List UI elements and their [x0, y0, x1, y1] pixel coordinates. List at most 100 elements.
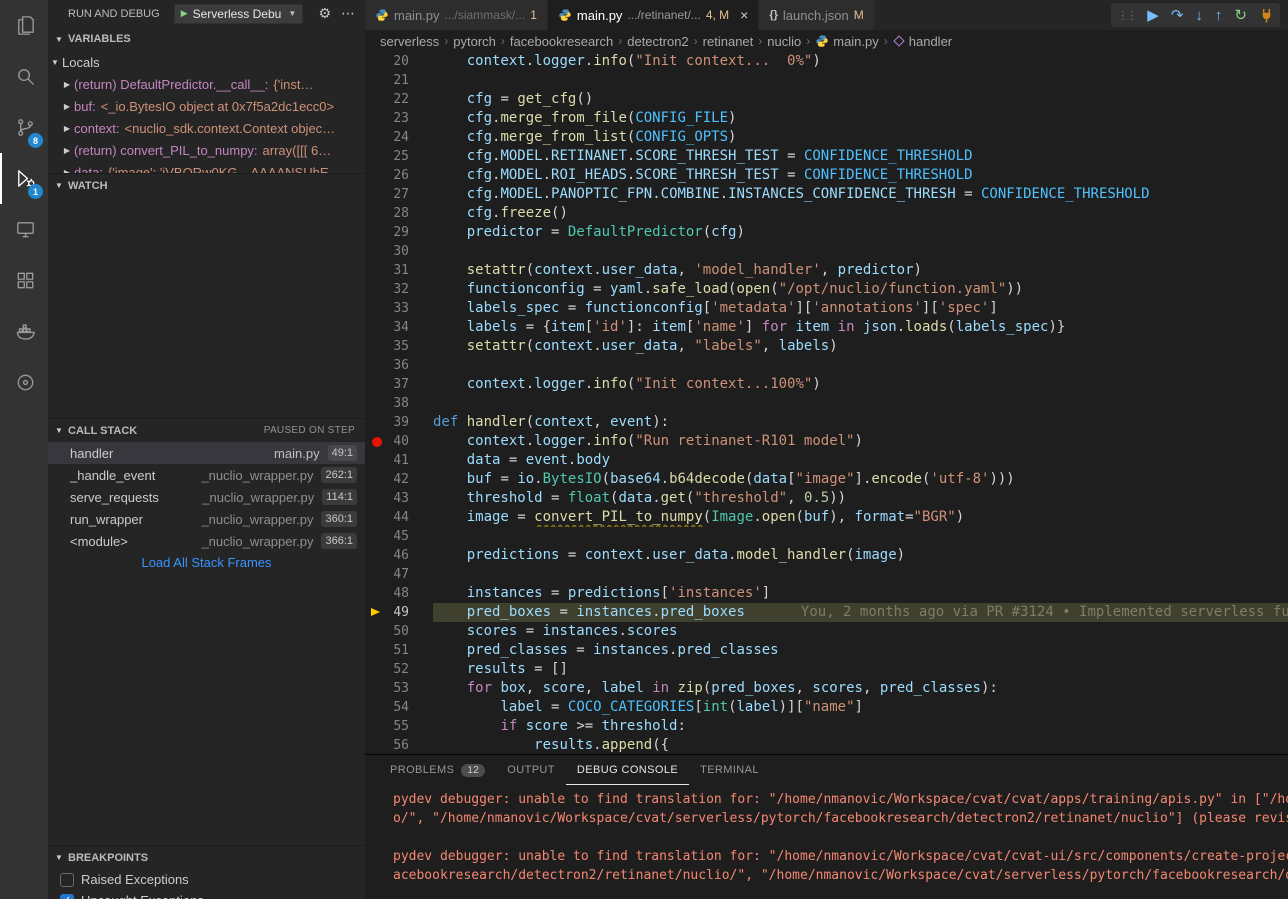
- gutter[interactable]: 48: [365, 584, 433, 603]
- code-text[interactable]: buf = io.BytesIO(base64.b64decode(data["…: [433, 470, 1288, 489]
- gutter[interactable]: 52: [365, 660, 433, 679]
- variable-row[interactable]: ▶(return) DefaultPredictor.__call__:{'in…: [48, 73, 365, 95]
- breadcrumb-item[interactable]: retinanet: [703, 34, 754, 49]
- gutter[interactable]: 50: [365, 622, 433, 641]
- gutter[interactable]: 30: [365, 242, 433, 261]
- gutter[interactable]: 37: [365, 375, 433, 394]
- variable-row[interactable]: ▶buf:<_io.BytesIO object at 0x7f5a2dc1ec…: [48, 95, 365, 117]
- code-text[interactable]: setattr(context.user_data, "labels", lab…: [433, 337, 1288, 356]
- panel-tab[interactable]: PROBLEMS12: [379, 755, 496, 785]
- editor-tab[interactable]: {}launch.jsonM: [759, 0, 874, 30]
- stack-frame-row[interactable]: _handle_event_nuclio_wrapper.py262:1: [48, 464, 365, 486]
- start-debug-icon[interactable]: ▶: [181, 8, 188, 19]
- checkbox[interactable]: [60, 873, 74, 887]
- gutter[interactable]: 23: [365, 109, 433, 128]
- gutter[interactable]: 56: [365, 736, 433, 754]
- continue-button[interactable]: ▶: [1147, 6, 1159, 24]
- gutter[interactable]: 34: [365, 318, 433, 337]
- code-text[interactable]: for box, score, label in zip(pred_boxes,…: [433, 679, 1288, 698]
- gutter[interactable]: 49: [365, 603, 433, 622]
- launch-config-select[interactable]: ▶ Serverless Debu ▼: [174, 4, 304, 24]
- gutter[interactable]: 33: [365, 299, 433, 318]
- variables-section-header[interactable]: ▼ VARIABLES: [48, 27, 365, 51]
- call-stack-section-header[interactable]: ▼ CALL STACK PAUSED ON STEP: [48, 418, 365, 442]
- variable-row[interactable]: ▶data:{'image': 'iVBORw0KG…AAAANSUhE…: [48, 161, 365, 173]
- editor-tab[interactable]: main.py.../siammask/...1: [365, 0, 548, 30]
- gutter[interactable]: 47: [365, 565, 433, 584]
- breadcrumb-item[interactable]: pytorch: [453, 34, 496, 49]
- code-text[interactable]: threshold = float(data.get("threshold", …: [433, 489, 1288, 508]
- checkbox[interactable]: ✓: [60, 894, 74, 899]
- code-text[interactable]: results.append({: [433, 736, 1288, 754]
- gutter[interactable]: 31: [365, 261, 433, 280]
- sidebar-item-docker[interactable]: [0, 306, 48, 357]
- code-text[interactable]: image = convert_PIL_to_numpy(Image.open(…: [433, 508, 1288, 527]
- step-out-button[interactable]: ↑: [1215, 7, 1223, 24]
- code-text[interactable]: context.logger.info("Init context... 0%"…: [433, 52, 1288, 71]
- step-over-button[interactable]: ↷: [1171, 6, 1184, 24]
- sidebar-item-explorer[interactable]: [0, 0, 48, 51]
- close-icon[interactable]: ×: [740, 8, 748, 22]
- sidebar-item-extensions[interactable]: [0, 255, 48, 306]
- gutter[interactable]: 24: [365, 128, 433, 147]
- breadcrumb-item[interactable]: nuclio: [767, 34, 801, 49]
- code-editor[interactable]: 20 context.logger.info("Init context... …: [365, 52, 1288, 754]
- sidebar-item-search[interactable]: [0, 51, 48, 102]
- code-text[interactable]: cfg.MODEL.PANOPTIC_FPN.COMBINE.INSTANCES…: [433, 185, 1288, 204]
- variable-row[interactable]: ▶context:<nuclio_sdk.context.Context obj…: [48, 117, 365, 139]
- watch-section-header[interactable]: ▼ WATCH: [48, 173, 365, 197]
- breadcrumb-item[interactable]: detectron2: [627, 34, 688, 49]
- gutter[interactable]: 51: [365, 641, 433, 660]
- drag-handle-icon[interactable]: ⋮⋮: [1117, 9, 1135, 22]
- sidebar-item-run-and-debug[interactable]: 1: [0, 153, 48, 204]
- load-all-stack-frames-link[interactable]: Load All Stack Frames: [48, 552, 365, 574]
- stack-frame-row[interactable]: run_wrapper_nuclio_wrapper.py360:1: [48, 508, 365, 530]
- code-text[interactable]: cfg.MODEL.RETINANET.SCORE_THRESH_TEST = …: [433, 147, 1288, 166]
- breadcrumb-item[interactable]: serverless: [380, 34, 439, 49]
- panel-tab[interactable]: TERMINAL: [689, 755, 770, 785]
- editor-tab[interactable]: main.py.../retinanet/...4, M×: [548, 0, 759, 30]
- stack-frame-row[interactable]: <module>_nuclio_wrapper.py366:1: [48, 530, 365, 552]
- gutter[interactable]: 40: [365, 432, 433, 451]
- panel-tab[interactable]: OUTPUT: [496, 755, 566, 785]
- gutter[interactable]: 36: [365, 356, 433, 375]
- sidebar-item-remote-explorer[interactable]: [0, 204, 48, 255]
- breakpoint-icon[interactable]: [372, 437, 382, 447]
- code-text[interactable]: [433, 71, 1288, 90]
- gutter[interactable]: 45: [365, 527, 433, 546]
- code-text[interactable]: pred_boxes = instances.pred_boxesYou, 2 …: [433, 603, 1288, 622]
- code-text[interactable]: if score >= threshold:: [433, 717, 1288, 736]
- code-text[interactable]: context.logger.info("Init context...100%…: [433, 375, 1288, 394]
- sidebar-item-source-control[interactable]: 8: [0, 102, 48, 153]
- code-text[interactable]: cfg.MODEL.ROI_HEADS.SCORE_THRESH_TEST = …: [433, 166, 1288, 185]
- code-text[interactable]: [433, 242, 1288, 261]
- gutter[interactable]: 38: [365, 394, 433, 413]
- gutter[interactable]: 25: [365, 147, 433, 166]
- breakpoint-row[interactable]: Raised Exceptions: [48, 869, 365, 890]
- code-text[interactable]: functionconfig = yaml.safe_load(open("/o…: [433, 280, 1288, 299]
- gutter[interactable]: 54: [365, 698, 433, 717]
- breadcrumb-item[interactable]: handler: [909, 34, 952, 49]
- gutter[interactable]: 55: [365, 717, 433, 736]
- code-text[interactable]: [433, 527, 1288, 546]
- code-text[interactable]: instances = predictions['instances']: [433, 584, 1288, 603]
- stack-frame-row[interactable]: handlermain.py49:1: [48, 442, 365, 464]
- code-text[interactable]: predictions = context.user_data.model_ha…: [433, 546, 1288, 565]
- code-text[interactable]: [433, 565, 1288, 584]
- code-text[interactable]: results = []: [433, 660, 1288, 679]
- gutter[interactable]: 26: [365, 166, 433, 185]
- gutter[interactable]: 28: [365, 204, 433, 223]
- gutter[interactable]: 41: [365, 451, 433, 470]
- code-text[interactable]: cfg = get_cfg(): [433, 90, 1288, 109]
- gutter[interactable]: 20: [365, 52, 433, 71]
- disconnect-button[interactable]: [1259, 8, 1274, 23]
- breadcrumb-item[interactable]: main.py: [833, 34, 879, 49]
- breakpoint-row[interactable]: ✓Uncaught Exceptions: [48, 890, 365, 899]
- code-text[interactable]: labels = {item['id']: item['name'] for i…: [433, 318, 1288, 337]
- code-text[interactable]: scores = instances.scores: [433, 622, 1288, 641]
- step-into-button[interactable]: ↓: [1195, 7, 1203, 24]
- variable-row[interactable]: ▶(return) convert_PIL_to_numpy:array([[[…: [48, 139, 365, 161]
- gutter[interactable]: 22: [365, 90, 433, 109]
- code-text[interactable]: context.logger.info("Run retinanet-R101 …: [433, 432, 1288, 451]
- gutter[interactable]: 21: [365, 71, 433, 90]
